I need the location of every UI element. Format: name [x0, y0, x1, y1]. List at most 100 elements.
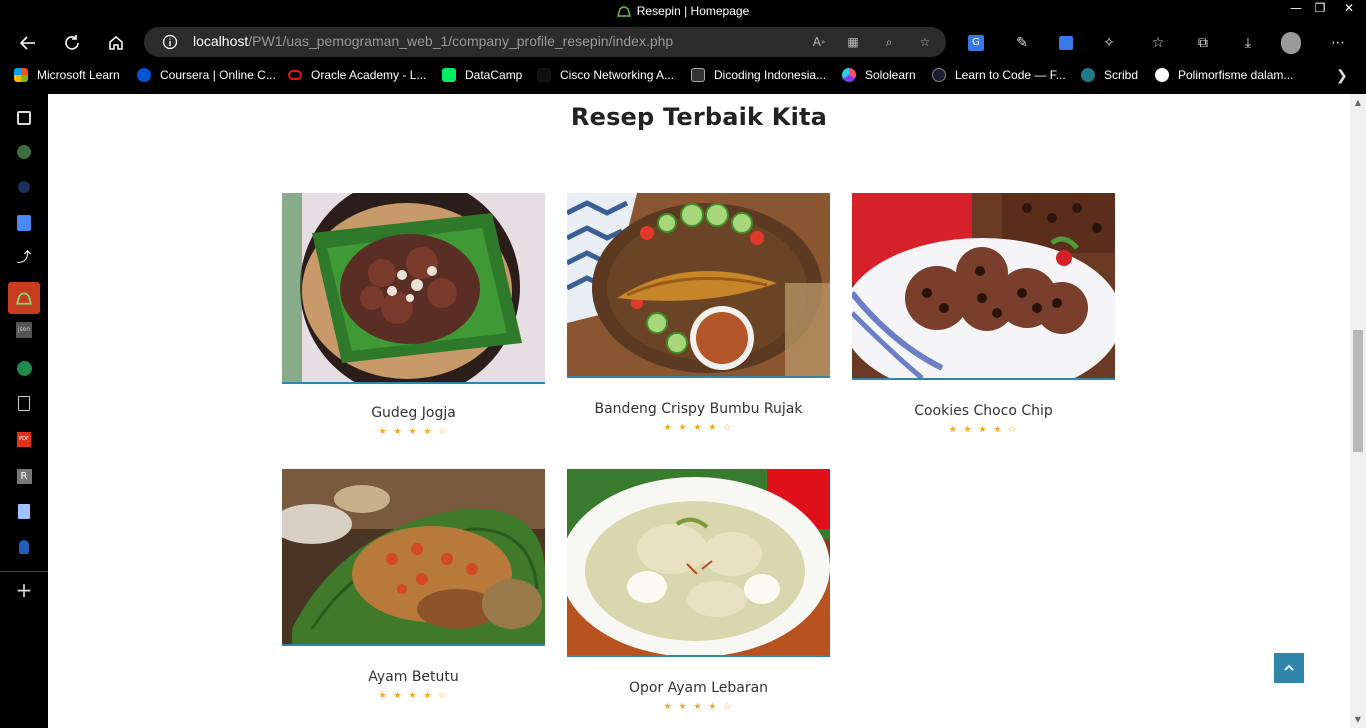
window-title-text: Resepin | Homepage: [636, 4, 750, 18]
add-favorite-icon[interactable]: ☆: [916, 33, 934, 51]
coursera-icon: [137, 68, 151, 82]
recipe-name[interactable]: Ayam Betutu: [282, 669, 545, 685]
tabs-icon[interactable]: [14, 108, 34, 128]
bookmark-oracle[interactable]: Oracle Academy - L...: [288, 66, 426, 84]
sidebar-divider: [0, 571, 48, 572]
freecodecamp-icon: [932, 68, 946, 82]
recipe-rating-stars: ★ ★ ★ ★ ☆: [663, 423, 734, 433]
close-button[interactable]: ✕: [1332, 0, 1366, 18]
minimize-button[interactable]: —: [1284, 0, 1308, 18]
bookmark-cisco[interactable]: Cisco Networking A...: [537, 66, 674, 84]
more-menu-icon[interactable]: ⋯: [1328, 33, 1348, 53]
recipe-image-cookies-choco-chip[interactable]: [852, 193, 1115, 380]
recipe-card-gudeg-jogja[interactable]: Gudeg Jogja ★ ★ ★ ★ ☆: [282, 193, 545, 437]
zoom-icon[interactable]: ⌕: [880, 33, 898, 51]
bookmark-polimorfisme[interactable]: Polimorfisme dalam...: [1155, 66, 1293, 84]
recipe-rating-stars: ★ ★ ★ ★ ☆: [663, 702, 734, 712]
opor-photo: [567, 469, 830, 655]
scrollbar-thumb[interactable]: [1353, 330, 1363, 452]
recipe-name[interactable]: Bandeng Crispy Bumbu Rujak: [567, 401, 830, 417]
bookmark-scribd[interactable]: Scribd: [1081, 66, 1138, 84]
bookmark-dicoding[interactable]: Dicoding Indonesia...: [691, 66, 826, 84]
cookies-photo: [852, 193, 1115, 378]
recipe-image-opor-ayam[interactable]: [567, 469, 830, 657]
recipe-card-bandeng-crispy[interactable]: Bandeng Crispy Bumbu Rujak ★ ★ ★ ★ ☆: [567, 193, 830, 433]
extensions-icon[interactable]: ✧: [1099, 33, 1119, 53]
arrow-left-icon: [19, 36, 35, 50]
translate-extension-icon[interactable]: G: [966, 33, 986, 53]
resepin-active-tab-icon[interactable]: [8, 282, 40, 314]
dicoding-icon: [691, 68, 705, 82]
bookmark-coursera[interactable]: Coursera | Online C...: [137, 66, 276, 84]
page-scrollbar[interactable]: ▲ ▼: [1350, 94, 1366, 728]
scroll-down-arrow-icon[interactable]: ▼: [1354, 715, 1362, 724]
profile-avatar[interactable]: [1281, 32, 1301, 54]
resepin-logo-icon: [16, 292, 32, 305]
more-bookmarks-chevron-icon[interactable]: ❯: [1336, 66, 1348, 84]
recipe-card-opor-ayam[interactable]: Opor Ayam Lebaran ★ ★ ★ ★ ☆: [567, 469, 830, 712]
window-title: Resepin | Homepage: [0, 4, 1366, 18]
json-icon[interactable]: json: [14, 320, 34, 340]
research-icon[interactable]: R: [14, 466, 34, 486]
browser-sidebar: ⤴ json PDF R +: [0, 94, 48, 728]
whatsapp-icon[interactable]: [14, 358, 34, 378]
betutu-photo: [282, 469, 545, 644]
section-title: Resep Terbaik Kita: [570, 103, 828, 131]
bookmark-sololearn[interactable]: Sololearn: [842, 66, 916, 84]
file-icon[interactable]: [14, 393, 34, 413]
reload-button[interactable]: [60, 31, 84, 55]
extension-green-icon[interactable]: [14, 142, 34, 162]
extension-blue-icon[interactable]: [14, 177, 34, 197]
microsoft-icon: [14, 68, 28, 82]
pdf-icon[interactable]: PDF: [14, 429, 34, 449]
flame-icon[interactable]: [14, 537, 34, 557]
home-icon: [109, 36, 123, 50]
bandeng-photo: [567, 193, 830, 376]
document-icon[interactable]: [14, 501, 34, 521]
url-path: /PW1/uas_pemograman_web_1/company_profil…: [248, 33, 674, 49]
favorites-icon[interactable]: ☆: [1148, 33, 1168, 53]
browser-toolbar: localhost/PW1/uas_pemograman_web_1/compa…: [0, 24, 1366, 62]
recipe-image-ayam-betutu[interactable]: [282, 469, 545, 646]
drawing-icon[interactable]: ⤴: [14, 247, 34, 267]
recipe-name[interactable]: Opor Ayam Lebaran: [567, 680, 830, 696]
home-button[interactable]: [104, 31, 128, 55]
gudeg-photo: [282, 193, 545, 382]
recipe-name[interactable]: Gudeg Jogja: [282, 405, 545, 421]
recipe-image-bandeng-crispy[interactable]: [567, 193, 830, 378]
read-aloud-icon[interactable]: A»: [810, 33, 828, 51]
bookmark-datacamp[interactable]: DataCamp: [442, 66, 522, 84]
url-text[interactable]: localhost/PW1/uas_pemograman_web_1/compa…: [193, 33, 673, 49]
docs-icon[interactable]: [14, 213, 34, 233]
cisco-icon: [537, 68, 551, 82]
bookmark-microsoft-learn[interactable]: Microsoft Learn: [14, 66, 120, 84]
datacamp-icon: [442, 68, 456, 82]
recipe-rating-stars: ★ ★ ★ ★ ☆: [378, 427, 449, 437]
translator-extension-icon[interactable]: [1056, 33, 1076, 53]
back-to-top-button[interactable]: [1274, 653, 1304, 683]
bookmark-freecodecamp[interactable]: Learn to Code — F...: [932, 66, 1066, 84]
recipe-image-gudeg-jogja[interactable]: [282, 193, 545, 384]
recipe-card-cookies-choco-chip[interactable]: Cookies Choco Chip ★ ★ ★ ★ ☆: [852, 193, 1115, 435]
window-titlebar: Resepin | Homepage — ❐ ✕: [0, 0, 1366, 24]
downloads-icon[interactable]: ⤓: [1238, 33, 1258, 53]
collections-icon[interactable]: ⧉: [1193, 33, 1213, 53]
address-bar[interactable]: localhost/PW1/uas_pemograman_web_1/compa…: [144, 27, 946, 57]
url-host: localhost: [193, 33, 249, 49]
page-viewport: Resep Terbaik Kita Gudeg Jogja ★ ★ ★ ★ ☆: [48, 94, 1350, 728]
sololearn-icon: [842, 68, 856, 82]
recipe-name[interactable]: Cookies Choco Chip: [852, 403, 1115, 419]
recipe-rating-stars: ★ ★ ★ ★ ☆: [948, 425, 1019, 435]
draw-extension-icon[interactable]: ✎: [1012, 33, 1032, 53]
scroll-up-arrow-icon[interactable]: ▲: [1354, 98, 1362, 107]
google-icon: [1155, 68, 1169, 82]
bookmarks-bar: Microsoft Learn Coursera | Online C... O…: [0, 62, 1366, 88]
info-icon[interactable]: [162, 34, 178, 50]
restore-button[interactable]: ❐: [1308, 0, 1332, 18]
back-button[interactable]: [16, 31, 40, 55]
reader-view-icon[interactable]: ▦: [844, 33, 862, 51]
add-sidebar-item-icon[interactable]: +: [14, 580, 34, 600]
recipe-rating-stars: ★ ★ ★ ★ ☆: [378, 691, 449, 701]
resepin-app-icon: [616, 6, 631, 17]
recipe-card-ayam-betutu[interactable]: Ayam Betutu ★ ★ ★ ★ ☆: [282, 469, 545, 701]
